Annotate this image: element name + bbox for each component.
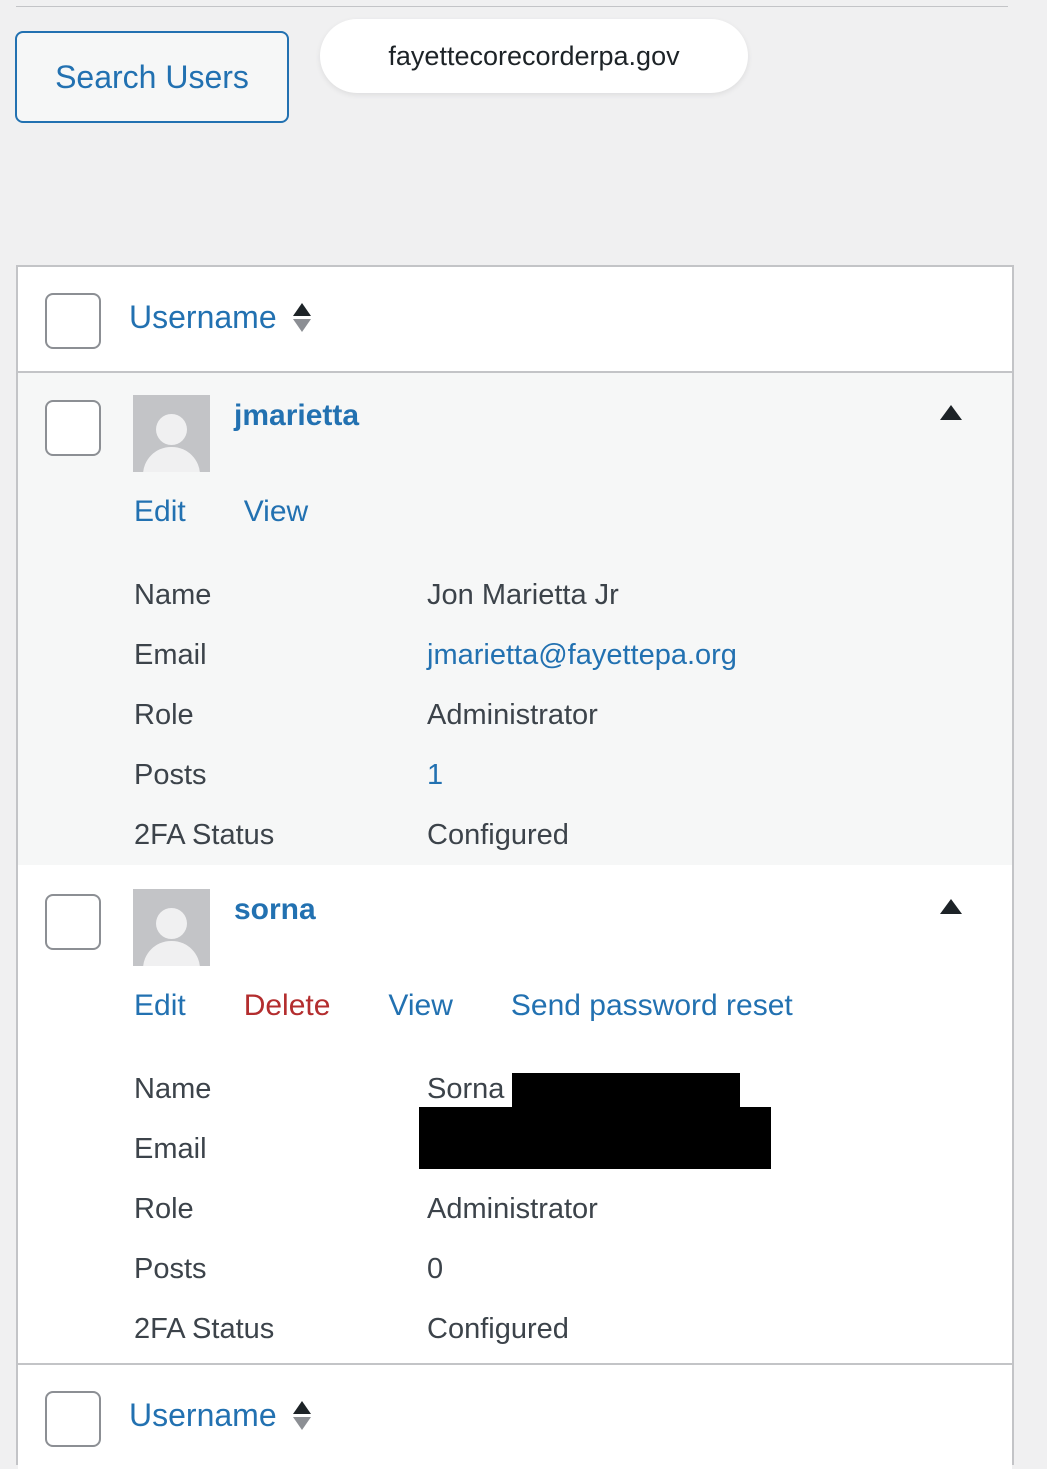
twofa-value: Configured (427, 819, 569, 851)
collapse-row-icon[interactable] (940, 405, 962, 420)
role-value: Administrator (427, 699, 598, 731)
address-bar-url[interactable]: fayettecorecorderpa.gov (320, 19, 748, 93)
select-all-checkbox[interactable] (45, 293, 101, 349)
users-table: Username jmarietta Edit View Name Jon Mar… (16, 265, 1014, 1469)
username-column-label: Username (129, 299, 277, 335)
role-label: Role (134, 1193, 194, 1225)
posts-count: 0 (427, 1253, 444, 1285)
twofa-label: 2FA Status (134, 819, 275, 851)
username-column-sort-footer[interactable]: Username (129, 1397, 311, 1434)
redaction-bar (512, 1073, 741, 1108)
sort-icon (292, 303, 311, 332)
row-checkbox[interactable] (45, 894, 101, 950)
name-value: Sorna (427, 1073, 741, 1108)
edit-link[interactable]: Edit (134, 989, 186, 1023)
posts-label: Posts (134, 1253, 207, 1285)
view-link[interactable]: View (244, 495, 308, 529)
posts-label: Posts (134, 759, 207, 791)
collapse-row-icon[interactable] (940, 899, 962, 914)
twofa-value: Configured (427, 1313, 569, 1345)
posts-count-link[interactable]: 1 (427, 759, 443, 792)
row-actions: Edit Delete View Send password reset (134, 989, 793, 1023)
row-actions: Edit View (134, 495, 308, 529)
top-divider (16, 6, 1008, 7)
role-label: Role (134, 699, 194, 731)
email-label: Email (134, 1133, 207, 1165)
redaction-bar (419, 1107, 771, 1169)
name-label: Name (134, 1073, 212, 1105)
username-column-sort[interactable]: Username (129, 299, 311, 336)
twofa-label: 2FA Status (134, 1313, 275, 1345)
view-link[interactable]: View (388, 989, 452, 1023)
avatar (133, 395, 210, 472)
table-row: jmarietta Edit View Name Jon Marietta Jr … (18, 373, 1012, 865)
role-value: Administrator (427, 1193, 598, 1225)
select-all-checkbox-footer[interactable] (45, 1391, 101, 1447)
sort-icon (292, 1401, 311, 1430)
avatar (133, 889, 210, 966)
username-link[interactable]: jmarietta (234, 399, 359, 433)
edit-link[interactable]: Edit (134, 495, 186, 529)
table-footer: Username (18, 1363, 1012, 1469)
username-column-label: Username (129, 1397, 277, 1433)
name-value: Jon Marietta Jr (427, 579, 619, 611)
username-link[interactable]: sorna (234, 893, 316, 927)
search-users-button[interactable]: Search Users (15, 31, 289, 123)
table-row: sorna Edit Delete View Send password res… (18, 867, 1012, 1361)
delete-link[interactable]: Delete (244, 989, 331, 1023)
email-label: Email (134, 639, 207, 671)
send-password-reset-link[interactable]: Send password reset (511, 989, 793, 1023)
row-checkbox[interactable] (45, 400, 101, 456)
table-header: Username (18, 267, 1012, 373)
email-link[interactable]: jmarietta@fayettepa.org (427, 639, 737, 672)
name-label: Name (134, 579, 212, 611)
